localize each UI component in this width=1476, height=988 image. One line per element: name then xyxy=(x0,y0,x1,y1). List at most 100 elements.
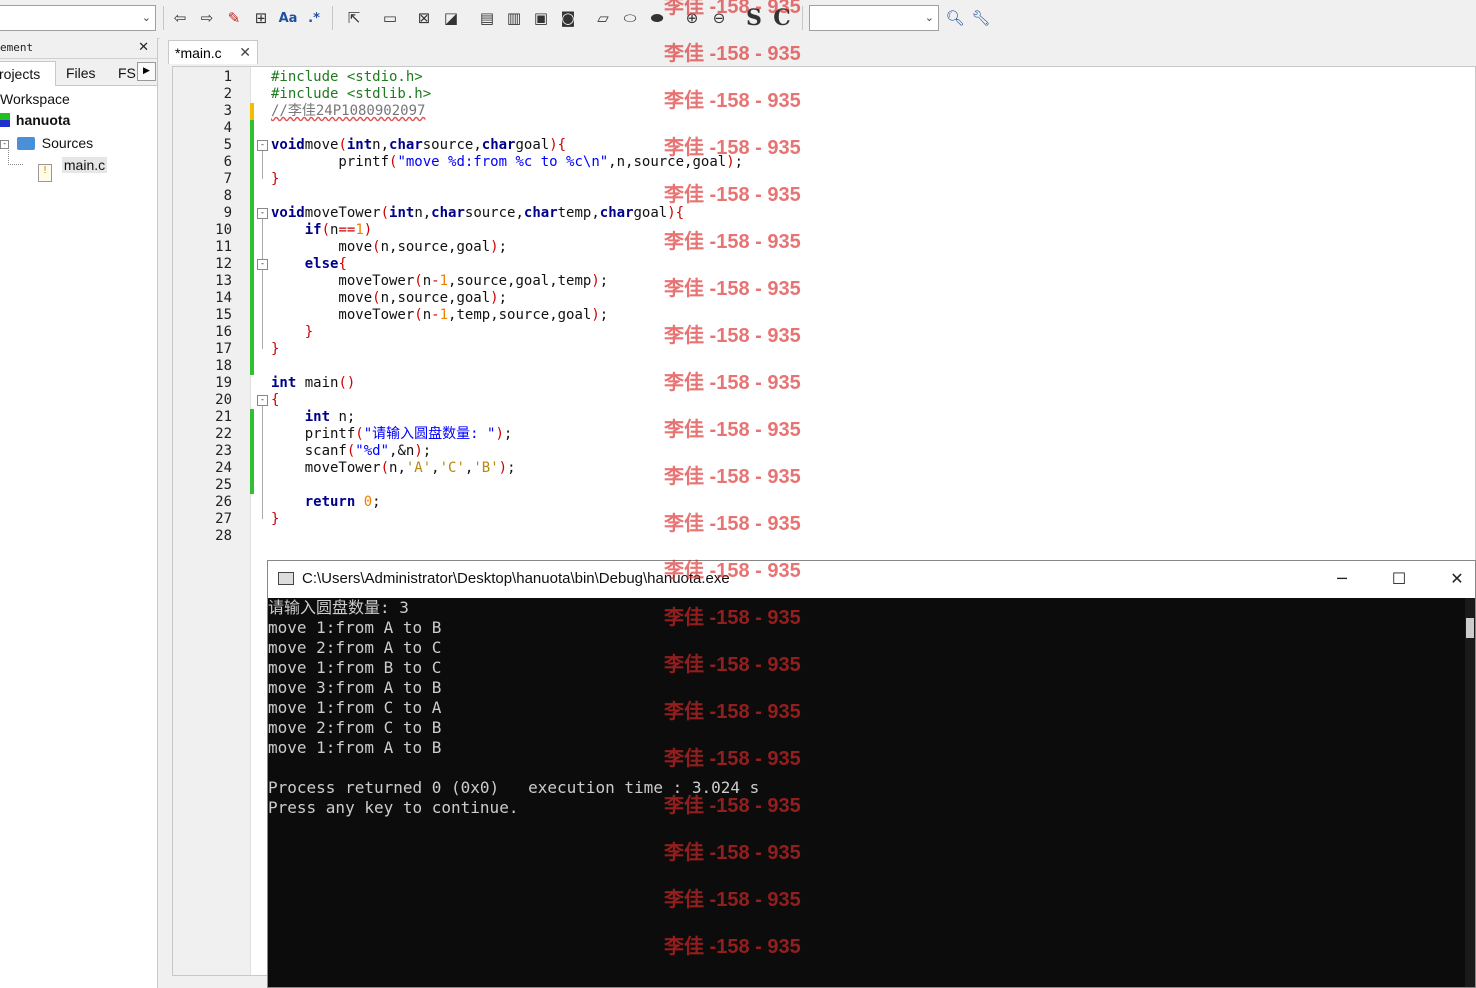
grid-b-icon[interactable]: ◪ xyxy=(439,6,463,30)
code-line[interactable]: printf("move %d:from %c to %c\n",n,sourc… xyxy=(271,154,743,171)
match-case-icon[interactable]: Aa xyxy=(276,6,300,30)
console-title: C:\Users\Administrator\Desktop\hanuota\b… xyxy=(302,570,730,587)
rectangle-icon[interactable]: ▭ xyxy=(378,6,402,30)
code-line[interactable]: int main() xyxy=(271,375,355,392)
line-number-gutter: 1 2 3 4 5 6 7 8 9 10 11 12 13 14 15 16 17 18 19 20 21 22 23 24 2… xyxy=(173,67,251,975)
fold-toggle-icon[interactable]: - xyxy=(257,259,268,270)
highlight-icon[interactable]: ✎ xyxy=(222,6,246,30)
code-token: n; xyxy=(338,409,356,425)
block-c-icon[interactable]: ▣ xyxy=(529,6,553,30)
tool-icon[interactable]: 🔧︎ xyxy=(969,6,993,30)
console-scrollbar-thumb[interactable] xyxy=(1466,618,1474,638)
code-line[interactable]: printf("请输入圆盘数量: "); xyxy=(271,426,513,443)
c-icon-label: C xyxy=(773,5,791,31)
code-token: moveTower xyxy=(271,460,381,476)
code-token: ; xyxy=(599,307,609,323)
code-line[interactable]: #include <stdio.h> xyxy=(271,69,423,86)
tree-item-main-c[interactable]: ! main.c xyxy=(8,146,108,182)
code-token: ) xyxy=(414,443,423,459)
code-token: printf xyxy=(271,426,356,442)
code-line[interactable]: } xyxy=(271,341,279,358)
code-token: temp, xyxy=(557,205,600,221)
code-line[interactable]: return 0; xyxy=(271,494,381,511)
code-token: source, xyxy=(464,205,524,221)
code-line[interactable]: voidmove(intn,charsource,chargoal){ xyxy=(271,137,566,154)
line-number: 18 xyxy=(215,358,232,374)
close-icon[interactable]: ✕ xyxy=(138,38,149,58)
code-token: , xyxy=(431,460,440,476)
toolbar-separator xyxy=(332,6,333,30)
line-number: 16 xyxy=(215,324,232,340)
block-a-icon[interactable]: ▤ xyxy=(475,6,499,30)
code-line[interactable]: int n; xyxy=(271,409,356,426)
console-scrollbar[interactable] xyxy=(1465,598,1475,987)
fold-toggle-icon[interactable]: - xyxy=(257,140,268,151)
code-token: ) xyxy=(363,222,373,238)
zoom-out-icon[interactable]: ⊖ xyxy=(707,6,731,30)
code-token: ( xyxy=(414,307,423,323)
code-line[interactable]: move(n,source,goal); xyxy=(271,239,507,256)
search-icon[interactable]: 🔍︎ xyxy=(943,6,967,30)
zoom-in-icon[interactable]: ⊕ xyxy=(680,6,704,30)
code-line[interactable]: voidmoveTower(intn,charsource,chartemp,c… xyxy=(271,205,684,222)
back-icon[interactable]: ⇦ xyxy=(168,6,192,30)
close-tab-icon[interactable]: ✕ xyxy=(239,41,251,65)
regex-icon[interactable]: .* xyxy=(302,6,326,30)
change-marker xyxy=(250,120,254,375)
code-line[interactable]: moveTower(n-1,temp,source,goal); xyxy=(271,307,608,324)
code-line[interactable]: scanf("%d",&n); xyxy=(271,443,431,460)
code-line[interactable]: } xyxy=(271,171,279,188)
shape-b-icon[interactable]: ⬭ xyxy=(618,6,642,30)
forward-icon[interactable]: ⇨ xyxy=(195,6,219,30)
code-token: moveTower xyxy=(271,307,415,323)
grid-a-icon[interactable]: ⊠ xyxy=(412,6,436,30)
code-line[interactable]: moveTower(n,'A','C','B'); xyxy=(271,460,516,477)
code-line[interactable]: } xyxy=(271,324,313,341)
tab-projects[interactable]: rojects xyxy=(0,61,56,86)
line-number: 14 xyxy=(215,290,232,306)
code-token: 'A' xyxy=(405,460,432,476)
maximize-button[interactable]: ☐ xyxy=(1376,565,1422,593)
code-line[interactable]: move(n,source,goal); xyxy=(271,290,507,307)
code-line[interactable]: { xyxy=(271,392,279,409)
tab-scroll-right-icon[interactable]: ▶ xyxy=(137,62,156,81)
s-icon[interactable]: S xyxy=(742,5,766,31)
code-line[interactable]: } xyxy=(271,511,279,528)
c-icon[interactable]: C xyxy=(770,5,794,31)
block-b-icon[interactable]: ▥ xyxy=(502,6,526,30)
tree-item-workspace[interactable]: Workspace xyxy=(0,88,70,110)
select-pointer-icon[interactable]: ⇱ xyxy=(342,6,366,30)
fold-toggle-icon[interactable]: - xyxy=(257,395,268,406)
tab-files[interactable]: Files xyxy=(62,61,100,85)
code-token: return xyxy=(304,494,356,510)
console-window[interactable]: C:\Users\Administrator\Desktop\hanuota\b… xyxy=(267,560,1476,988)
line-number: 10 xyxy=(215,222,232,238)
tree-item-project[interactable]: hanuota xyxy=(0,109,70,131)
code-token: ; xyxy=(372,494,381,510)
code-line[interactable]: else{ xyxy=(271,256,347,273)
editor-tabbar: *main.c ✕ xyxy=(160,38,1476,64)
shape-c-icon[interactable]: ⬬ xyxy=(645,6,669,30)
code-line[interactable]: //李佳24P1080902097 xyxy=(271,103,425,120)
code-token: { xyxy=(271,392,280,408)
minimize-button[interactable]: ─ xyxy=(1319,565,1365,593)
toolbar-target-combo[interactable]: ⌄ xyxy=(0,5,156,31)
tab-main-c[interactable]: *main.c ✕ xyxy=(168,40,258,64)
code-token: ; xyxy=(498,239,508,255)
block-d-icon[interactable]: ◙ xyxy=(556,6,580,30)
close-button[interactable]: ✕ xyxy=(1434,565,1476,593)
fold-toggle-icon[interactable]: - xyxy=(257,208,268,219)
code-line[interactable]: #include <stdlib.h> xyxy=(271,86,431,103)
line-number: 26 xyxy=(215,494,232,510)
console-line: Process returned 0 (0x0) execution time … xyxy=(268,778,760,797)
code-line[interactable]: if(n==1) xyxy=(271,222,372,239)
code-token: } xyxy=(271,511,280,527)
replace-icon[interactable]: ⊞ xyxy=(249,6,273,30)
shape-a-icon[interactable]: ▱ xyxy=(591,6,615,30)
toolbar-search-combo[interactable]: ⌄ xyxy=(809,5,939,31)
code-token: ) xyxy=(495,426,504,442)
project-label: hanuota xyxy=(15,112,71,128)
tab-fs[interactable]: FS xyxy=(114,61,140,85)
code-line[interactable]: moveTower(n-1,source,goal,temp); xyxy=(271,273,608,290)
console-titlebar[interactable]: C:\Users\Administrator\Desktop\hanuota\b… xyxy=(268,561,1475,598)
